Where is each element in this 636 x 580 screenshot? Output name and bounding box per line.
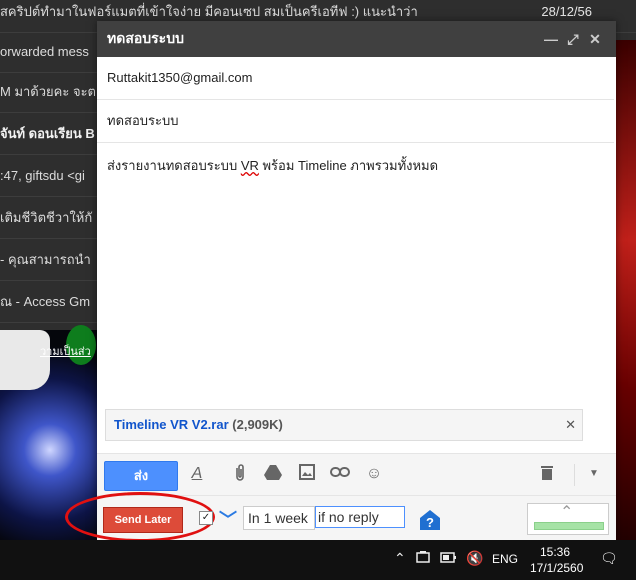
emoji-icon[interactable]: ☺	[364, 464, 384, 484]
list-item-text: เติมชีวิตชีวาให้กั	[0, 210, 93, 225]
clock[interactable]: 15:36 17/1/2560	[530, 544, 584, 576]
chevron-up-icon[interactable]: ﹀	[219, 506, 237, 532]
clock-time: 15:36	[539, 545, 571, 559]
network-icon[interactable]	[416, 550, 432, 567]
progress-widget[interactable]: ⌃	[527, 503, 609, 535]
message-body[interactable]: ส่งรายงานทดสอบระบบ VR พร้อม Timeline ภาพ…	[97, 143, 616, 188]
trash-icon[interactable]	[537, 464, 557, 484]
battery-icon[interactable]	[440, 550, 458, 567]
remove-attachment-icon[interactable]: ✕	[565, 410, 576, 440]
clock-date: 17/1/2560	[530, 561, 584, 575]
attachment-chip[interactable]: Timeline VR V2.rar (2,909K) ✕	[105, 409, 583, 441]
condition-input[interactable]: if no reply	[315, 506, 405, 528]
compose-title: ทดสอบระบบ	[107, 30, 184, 46]
list-item-text: จันท์ ดอนเรียน B	[0, 126, 95, 141]
background-link[interactable]: วามเป็นส่ว	[40, 342, 91, 360]
compose-header[interactable]: ทดสอบระบบ — ⤢ ✕	[97, 21, 616, 57]
send-later-checkbox[interactable]: ✓	[199, 511, 213, 525]
drive-icon[interactable]	[263, 464, 283, 484]
background-photo-white	[0, 330, 50, 390]
show-hidden-icons-icon[interactable]: ⌃	[394, 550, 406, 567]
caret-up-icon: ⌃	[560, 504, 574, 521]
send-later-button[interactable]: Send Later	[103, 507, 183, 533]
list-item-text: :47, giftsdu <gi	[0, 168, 85, 183]
toolbar-divider	[574, 464, 575, 486]
to-field[interactable]: Ruttakit1350@gmail.com	[97, 57, 614, 100]
body-text-after: พร้อม Timeline ภาพรวมทั้งหมด	[258, 158, 439, 173]
help-icon[interactable]: ?	[419, 509, 441, 531]
more-options-icon[interactable]: ▼	[584, 464, 604, 484]
send-button[interactable]: ส่ง	[104, 461, 178, 491]
progress-bar	[534, 522, 604, 530]
language-indicator[interactable]: ENG	[492, 552, 518, 566]
attach-icon[interactable]	[230, 464, 250, 484]
link-icon[interactable]	[330, 464, 350, 484]
attachment-name[interactable]: Timeline VR V2.rar	[114, 417, 229, 432]
close-icon[interactable]: ✕	[584, 31, 606, 48]
svg-text:?: ?	[426, 515, 434, 530]
notification-icon[interactable]: 🗨	[600, 550, 618, 567]
volume-mute-icon[interactable]: 🔇	[466, 550, 483, 567]
list-item-text: orwarded mess	[0, 44, 89, 59]
delay-input[interactable]: In 1 week	[243, 506, 315, 530]
list-item-text: - คุณสามารถนำ	[0, 252, 91, 267]
attachment-size: (2,909K)	[232, 417, 283, 432]
taskbar: ⌃ 🔇 ENG 15:36 17/1/2560 🗨	[0, 540, 636, 580]
send-later-bar: Send Later ✓ ﹀ In 1 week if no reply ? ⌃	[65, 492, 616, 542]
compose-window: ทดสอบระบบ — ⤢ ✕ Ruttakit1350@gmail.com ท…	[65, 21, 616, 542]
subject-field[interactable]: ทดสอบระบบ	[97, 100, 614, 143]
body-text-before: ส่งรายงานทดสอบระบบ	[107, 158, 241, 173]
compose-toolbar: ส่ง A ☺ ▼	[97, 453, 616, 496]
minimize-icon[interactable]: —	[540, 31, 562, 47]
format-text-icon[interactable]: A	[187, 464, 207, 484]
body-text-vr: VR	[240, 158, 259, 173]
list-item-text: M มาด้วยคะ จะต	[0, 84, 97, 99]
list-item-text: ณ - Access Gm	[0, 294, 91, 309]
photo-icon[interactable]	[297, 464, 317, 484]
popout-icon[interactable]: ⤢	[562, 31, 584, 48]
